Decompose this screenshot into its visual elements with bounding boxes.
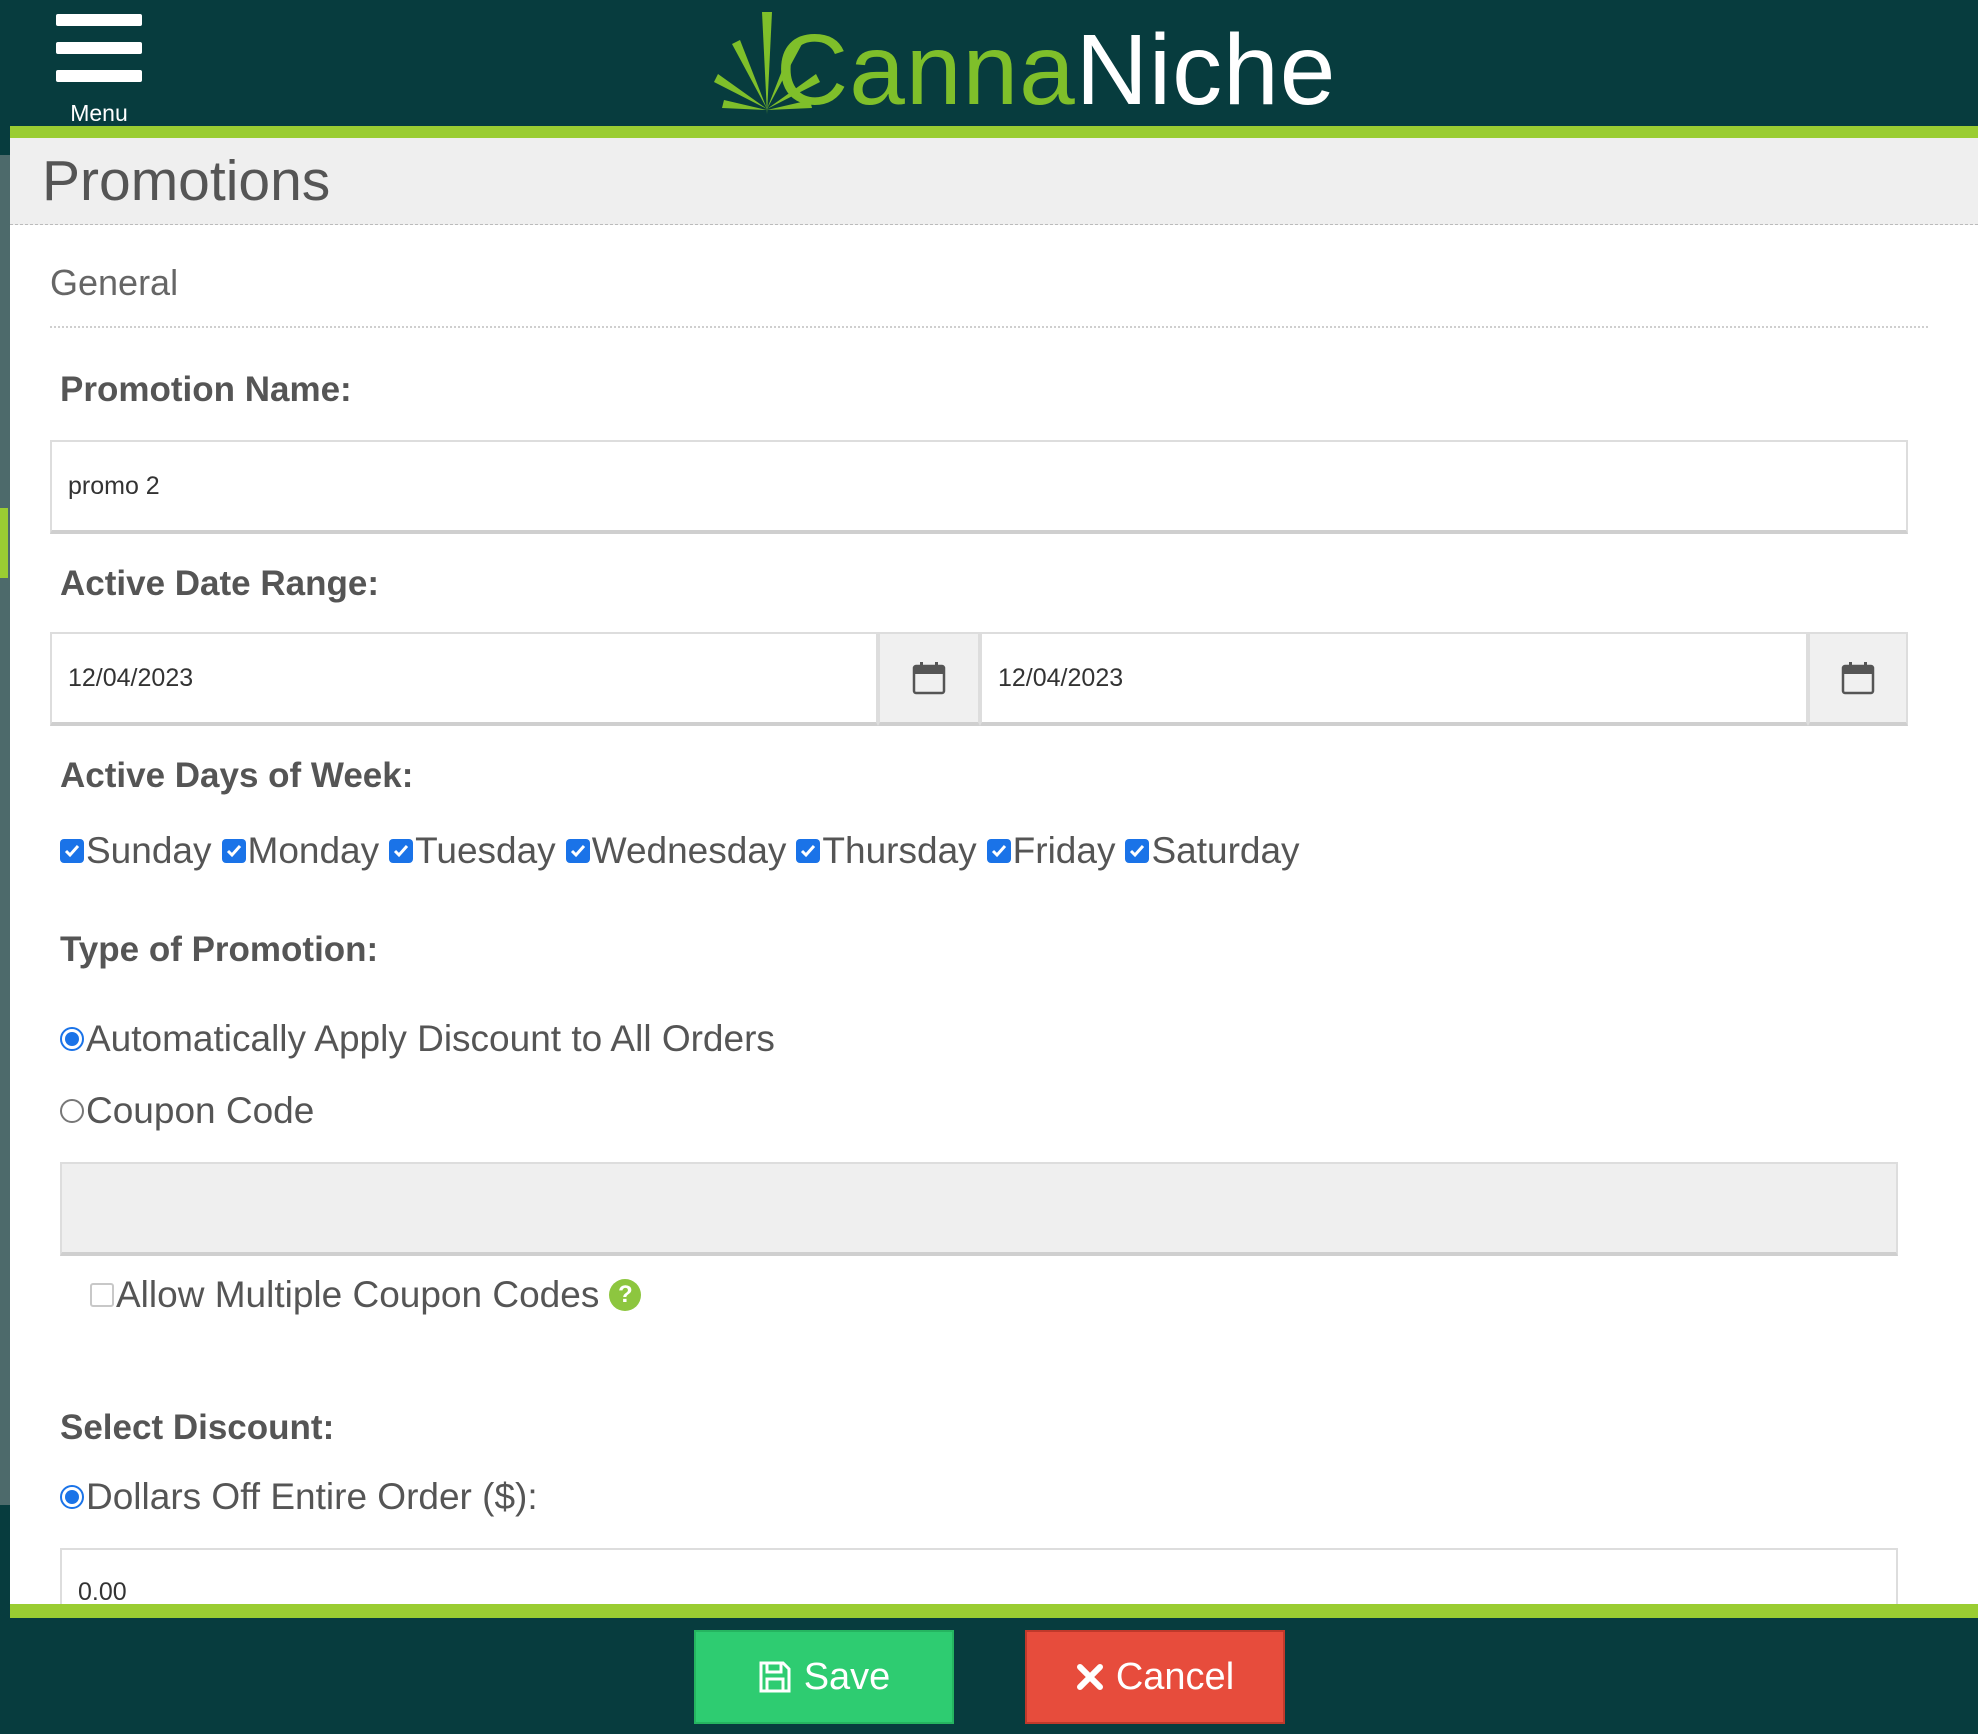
hamburger-icon-bar	[56, 42, 142, 54]
radio-selected-icon	[60, 1485, 84, 1509]
radio-coupon-code[interactable]: Coupon Code	[60, 1090, 314, 1132]
day-checkbox-saturday[interactable]: Saturday	[1125, 830, 1300, 872]
radio-dollars-off-label: Dollars Off Entire Order ($):	[86, 1476, 538, 1517]
logo-text-canna: Canna	[776, 14, 1076, 126]
cancel-button-label: Cancel	[1115, 1655, 1235, 1698]
day-checkbox-tuesday[interactable]: Tuesday	[389, 830, 556, 872]
floppy-disk-icon	[759, 1661, 791, 1693]
allow-multiple-coupons-checkbox[interactable]: Allow Multiple Coupon Codes ?	[90, 1274, 642, 1316]
day-label: Saturday	[1151, 830, 1300, 871]
day-checkbox-monday[interactable]: Monday	[221, 830, 380, 872]
radio-coupon-code-label: Coupon Code	[86, 1090, 315, 1131]
day-label: Monday	[247, 830, 380, 871]
day-checkbox-wednesday[interactable]: Wednesday	[565, 830, 787, 872]
day-label: Thursday	[822, 830, 977, 871]
allow-multiple-coupons-label: Allow Multiple Coupon Codes	[116, 1274, 600, 1315]
radio-auto-apply[interactable]: Automatically Apply Discount to All Orde…	[60, 1018, 775, 1060]
day-checkbox-friday[interactable]: Friday	[986, 830, 1116, 872]
checkbox-checked-icon	[60, 839, 84, 863]
hamburger-icon	[56, 14, 142, 26]
day-label: Sunday	[86, 830, 212, 871]
footer-bar	[10, 1618, 1978, 1734]
radio-selected-icon	[60, 1027, 84, 1051]
section-divider	[50, 326, 1928, 328]
promotion-name-label: Promotion Name:	[60, 370, 352, 409]
help-icon[interactable]: ?	[609, 1279, 642, 1311]
days-of-week-label: Active Days of Week:	[60, 756, 414, 795]
start-date-value: 12/04/2023	[68, 663, 194, 692]
save-button-label: Save	[803, 1655, 891, 1698]
day-checkbox-thursday[interactable]: Thursday	[796, 830, 977, 872]
checkbox-checked-icon	[221, 839, 246, 863]
radio-dollars-off[interactable]: Dollars Off Entire Order ($):	[60, 1476, 538, 1518]
checkbox-unchecked-icon	[90, 1283, 114, 1307]
section-title: General	[50, 262, 179, 303]
hamburger-icon-bar	[56, 70, 142, 82]
logo-text-niche: Niche	[1075, 14, 1337, 126]
logo: CannaNiche	[712, 4, 1335, 122]
end-date-calendar-button[interactable]	[1808, 632, 1908, 726]
days-of-week-group: Sunday Monday Tuesday Wednesday Thursday…	[60, 826, 1310, 876]
scrollbar-thumb[interactable]	[0, 508, 8, 578]
footer-accent-stripe	[10, 1604, 1978, 1618]
promotion-type-label: Type of Promotion:	[60, 930, 379, 969]
save-button[interactable]: Save	[694, 1630, 954, 1724]
close-icon	[1076, 1664, 1103, 1690]
page-title: Promotions	[42, 149, 331, 213]
day-label: Tuesday	[415, 830, 556, 871]
end-date-value: 12/04/2023	[998, 663, 1124, 692]
start-date-input[interactable]: 12/04/2023	[50, 632, 878, 726]
menu-label: Menu	[70, 100, 128, 126]
coupon-code-input[interactable]	[60, 1162, 1898, 1256]
select-discount-label: Select Discount:	[60, 1408, 335, 1447]
header-accent-stripe	[10, 126, 1978, 138]
scrollbar-track[interactable]	[0, 155, 10, 1505]
start-date-calendar-button[interactable]	[878, 632, 980, 726]
checkbox-checked-icon	[796, 839, 821, 863]
calendar-icon	[912, 662, 946, 695]
day-label: Wednesday	[591, 830, 787, 871]
cancel-button[interactable]: Cancel	[1025, 1630, 1285, 1724]
day-label: Friday	[1012, 830, 1116, 871]
checkbox-checked-icon	[1125, 839, 1150, 863]
radio-unselected-icon	[60, 1099, 84, 1123]
checkbox-checked-icon	[389, 839, 414, 863]
day-checkbox-sunday[interactable]: Sunday	[60, 830, 212, 872]
menu-button[interactable]: Menu	[56, 14, 142, 126]
promotion-name-value: promo 2	[68, 471, 160, 500]
title-bar: Promotions	[10, 138, 1978, 225]
discount-amount-value: 0.00	[78, 1578, 127, 1606]
checkbox-checked-icon	[565, 839, 590, 863]
promotion-name-input[interactable]: promo 2	[50, 440, 1908, 534]
calendar-icon	[1841, 662, 1875, 695]
date-range-label: Active Date Range:	[60, 564, 379, 603]
checkbox-checked-icon	[986, 839, 1011, 863]
end-date-input[interactable]: 12/04/2023	[980, 632, 1808, 726]
radio-auto-apply-label: Automatically Apply Discount to All Orde…	[86, 1018, 775, 1059]
